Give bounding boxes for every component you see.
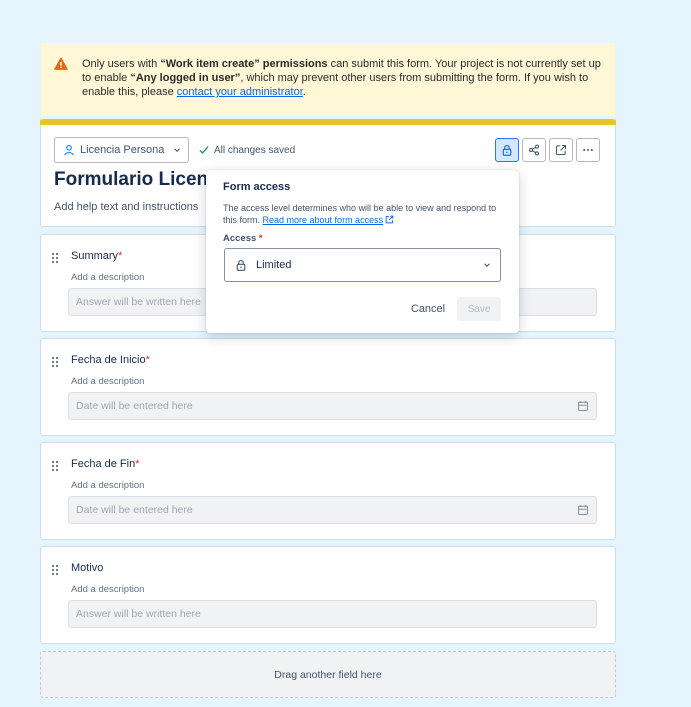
contact-admin-link[interactable]: contact your administrator <box>177 86 303 98</box>
field-label: Fecha de Inicio* <box>71 354 150 366</box>
lock-icon <box>236 259 246 271</box>
required-marker: * <box>258 233 263 244</box>
access-select[interactable]: Limited <box>224 248 501 282</box>
chevron-down-icon <box>484 263 490 267</box>
lock-icon <box>502 144 512 156</box>
project-selector-label: Licencia Persona <box>80 144 165 156</box>
field-card-fecha-inicio[interactable]: Fecha de Inicio* Add a description Date … <box>40 338 616 436</box>
answer-input[interactable]: Answer will be written here <box>68 600 597 628</box>
open-external-icon <box>555 144 567 156</box>
save-status-text: All changes saved <box>214 144 296 156</box>
form-title[interactable]: Formulario Licenc <box>54 169 219 191</box>
required-marker: * <box>145 354 150 366</box>
field-drop-zone[interactable]: Drag another field here <box>40 651 616 698</box>
date-input[interactable]: Date will be entered here <box>68 392 597 420</box>
form-color-bar <box>40 119 616 125</box>
access-label-text: Access <box>223 233 257 244</box>
banner-text-4: . <box>302 86 306 98</box>
external-link-icon[interactable] <box>385 215 394 224</box>
save-button[interactable]: Save <box>457 297 501 321</box>
field-label-text: Summary <box>71 250 119 262</box>
input-placeholder: Date will be entered here <box>76 504 193 516</box>
field-label-text: Fecha de Inicio <box>71 354 146 366</box>
field-description[interactable]: Add a description <box>71 584 144 595</box>
field-label-text: Fecha de Fin <box>71 458 136 470</box>
field-description[interactable]: Add a description <box>71 272 144 283</box>
open-form-button[interactable] <box>549 138 573 162</box>
field-label: Motivo <box>71 562 103 574</box>
save-status: All changes saved <box>198 144 295 156</box>
banner-text-1: Only users with <box>82 58 161 70</box>
banner-bold-any-user: “Any logged in user” <box>130 72 241 84</box>
field-label-text: Motivo <box>71 562 104 574</box>
field-description[interactable]: Add a description <box>71 480 144 491</box>
field-card-motivo[interactable]: Motivo Add a description Answer will be … <box>40 546 616 644</box>
drag-handle-icon[interactable] <box>51 460 59 472</box>
popover-description: The access level determines who will be … <box>223 202 503 226</box>
required-marker: * <box>135 458 140 470</box>
field-label: Fecha de Fin* <box>71 458 139 470</box>
cancel-button[interactable]: Cancel <box>404 297 452 321</box>
field-label: Summary* <box>71 250 122 262</box>
form-access-popover: Form access The access level determines … <box>206 170 519 333</box>
read-more-link[interactable]: Read more about form access <box>263 215 384 225</box>
check-icon <box>199 146 209 154</box>
required-marker: * <box>118 250 123 262</box>
field-description[interactable]: Add a description <box>71 376 144 387</box>
field-card-fecha-fin[interactable]: Fecha de Fin* Add a description Date wil… <box>40 442 616 540</box>
drag-handle-icon[interactable] <box>51 564 59 576</box>
project-selector[interactable]: Licencia Persona <box>54 137 189 163</box>
date-input[interactable]: Date will be entered here <box>68 496 597 524</box>
permission-warning-banner: Only users with “Work item create” permi… <box>41 43 615 116</box>
share-button[interactable] <box>522 138 546 162</box>
access-label: Access * <box>223 233 263 244</box>
drag-handle-icon[interactable] <box>51 356 59 368</box>
access-button[interactable] <box>495 138 519 162</box>
popover-title: Form access <box>223 181 291 193</box>
input-placeholder: Answer will be written here <box>76 608 201 620</box>
person-icon <box>64 144 74 156</box>
share-icon <box>528 144 540 156</box>
access-select-value: Limited <box>256 259 292 271</box>
calendar-icon[interactable] <box>577 400 589 412</box>
chevron-down-icon <box>174 148 180 152</box>
input-placeholder: Date will be entered here <box>76 400 193 412</box>
form-help-text[interactable]: Add help text and instructions <box>54 201 198 213</box>
more-actions-button[interactable] <box>576 138 600 162</box>
drag-handle-icon[interactable] <box>51 252 59 264</box>
more-icon <box>583 148 593 152</box>
calendar-icon[interactable] <box>577 504 589 516</box>
banner-bold-permission: “Work item create” permissions <box>160 58 328 70</box>
warning-icon <box>54 57 68 70</box>
